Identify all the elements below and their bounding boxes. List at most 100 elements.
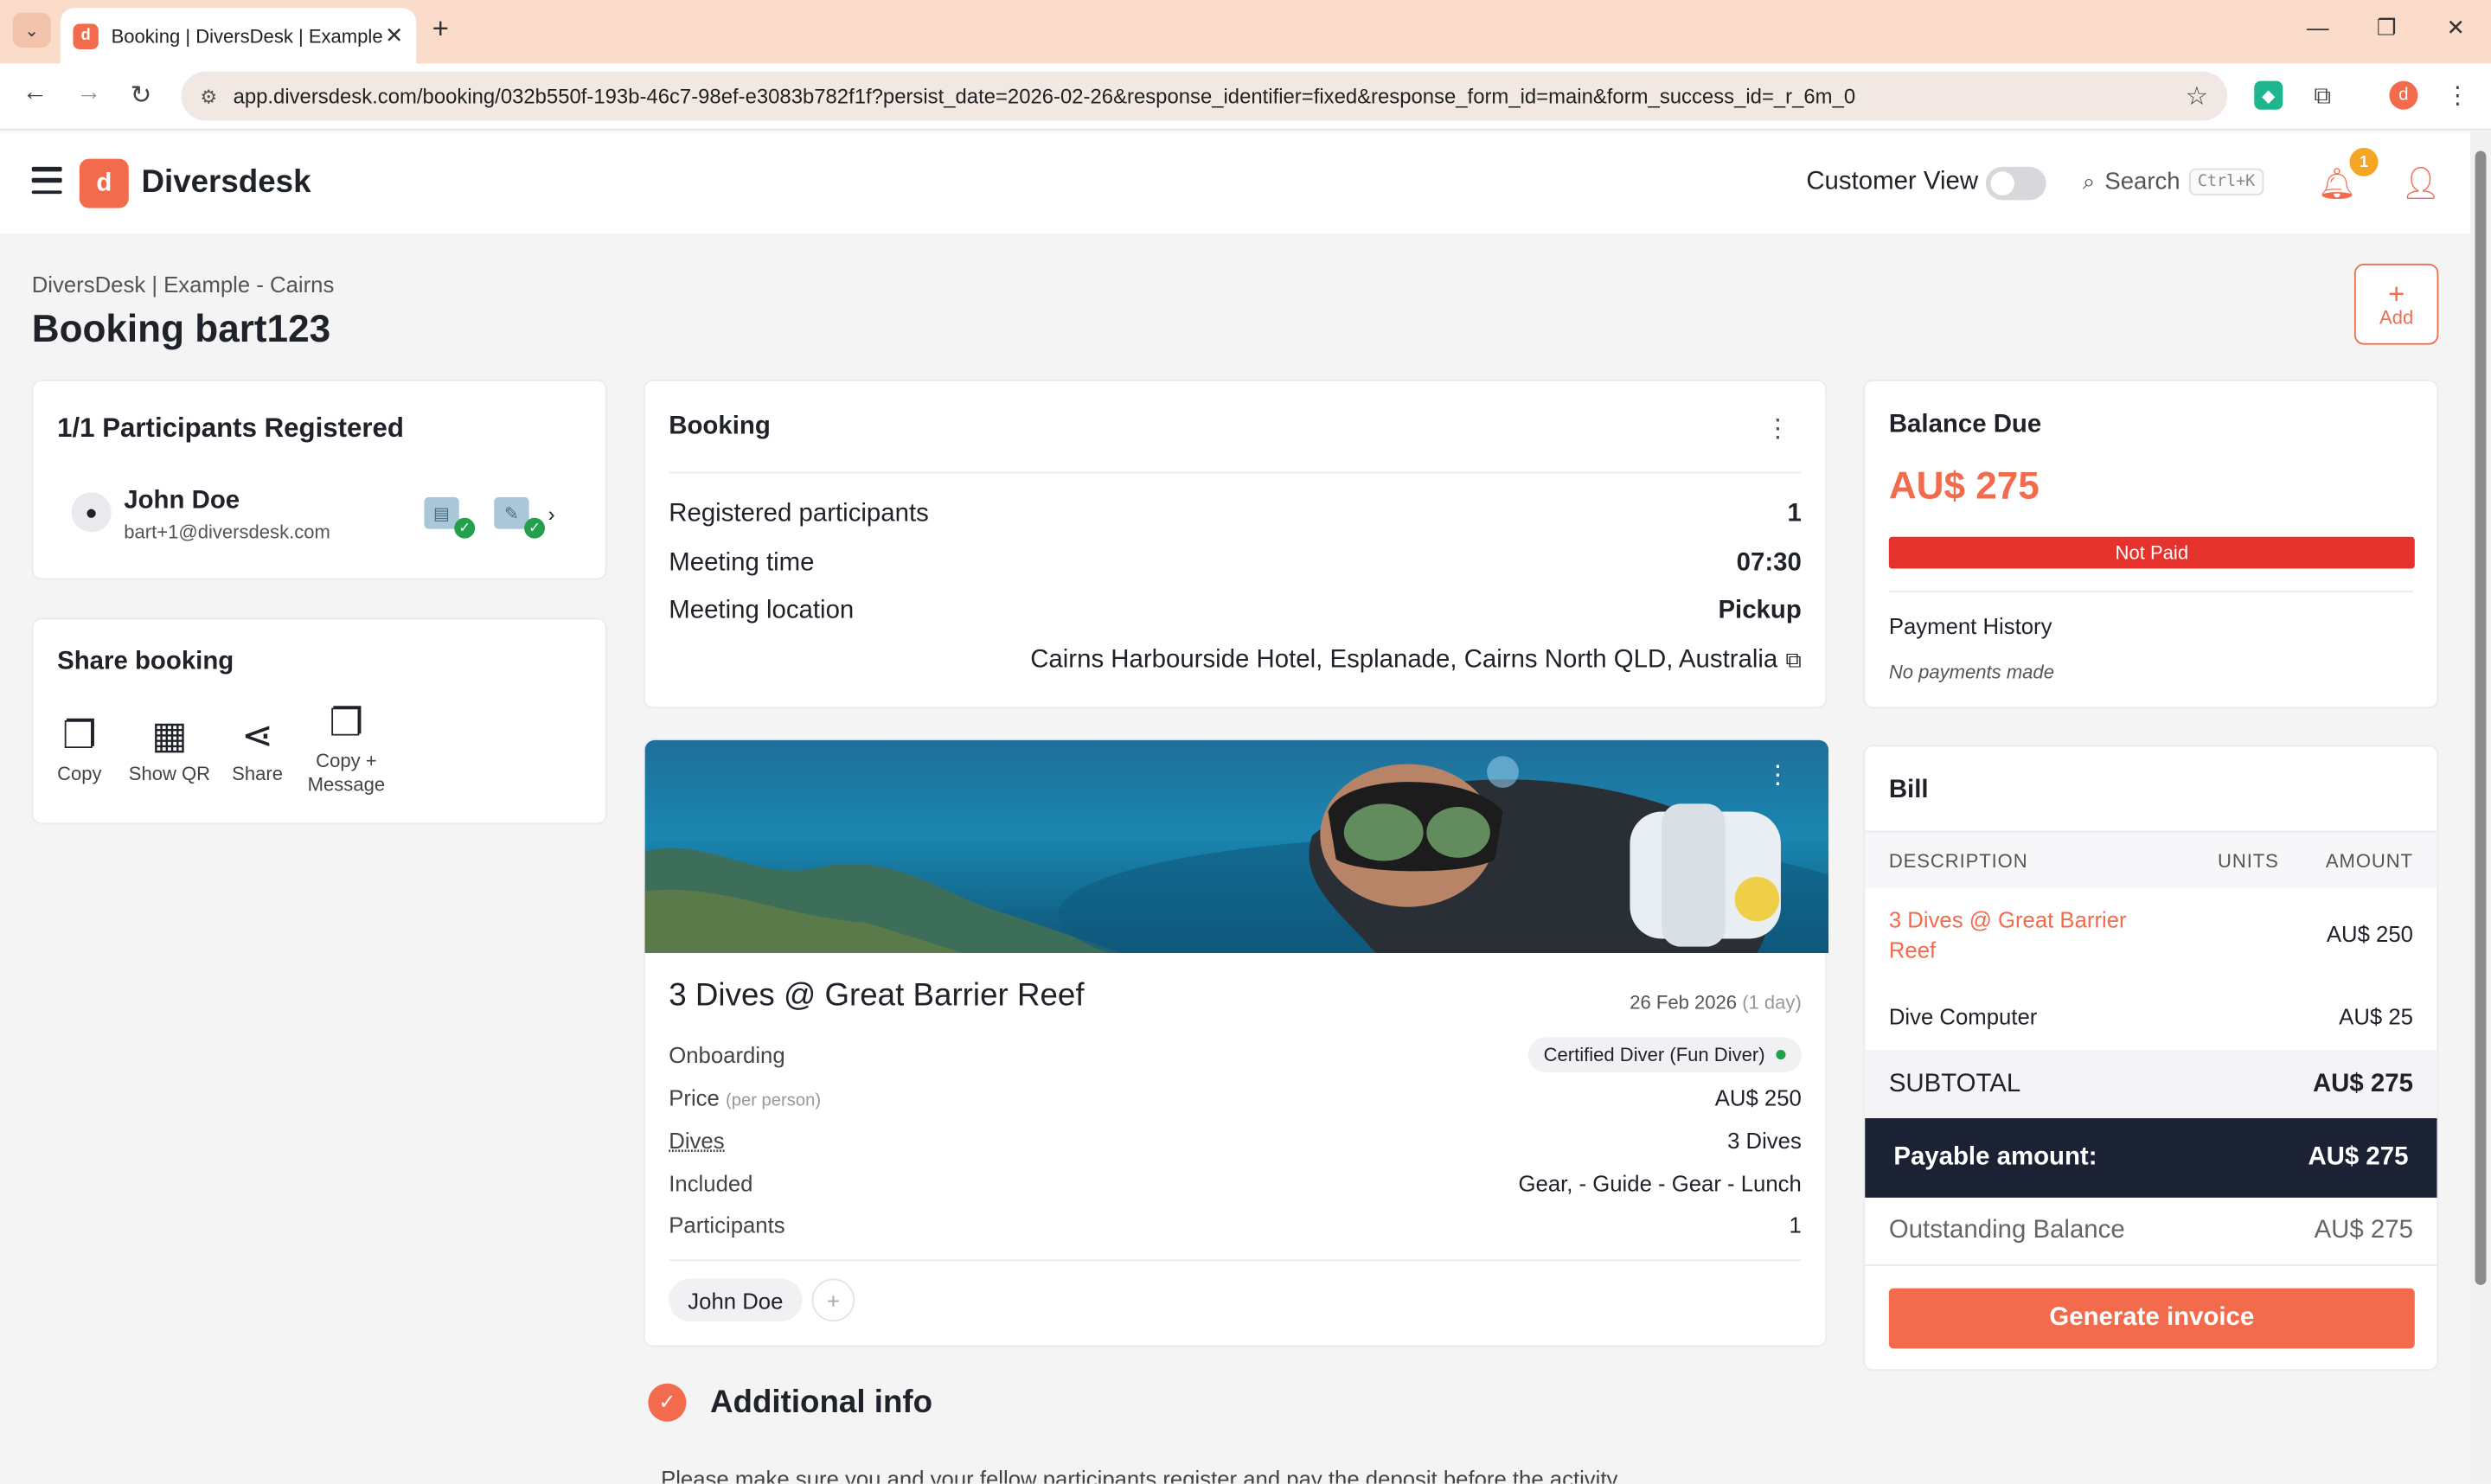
activity-duration: (1 day) xyxy=(1742,991,1802,1014)
profile-avatar-icon[interactable]: d xyxy=(2389,80,2418,110)
bell-icon[interactable]: 🔔︎ xyxy=(2318,165,2356,203)
favicon-icon: d xyxy=(73,22,99,49)
signature-verified-icon: ✓ xyxy=(524,517,545,539)
divider xyxy=(1865,1264,2437,1266)
bill-item-description[interactable]: 3 Dives @ Great Barrier Reef xyxy=(1889,905,2159,966)
add-button[interactable]: + Add xyxy=(2353,263,2439,345)
breadcrumb[interactable]: DiversDesk | Example - Cairns xyxy=(32,272,335,297)
share-button[interactable]: ⋖ Share xyxy=(232,712,283,786)
status-badge: Not Paid xyxy=(1888,536,2415,569)
outstanding-label: Outstanding Balance xyxy=(1888,1216,2125,1244)
participant-chip[interactable]: John Doe xyxy=(669,1278,803,1322)
brand-name[interactable]: Diversdesk xyxy=(141,165,311,201)
participants-title: 1/1 Participants Registered xyxy=(57,413,405,444)
registered-participants-row: Registered participants 1 xyxy=(669,501,1802,529)
search-shortcut: Ctrl+K xyxy=(2189,168,2264,195)
payment-history-label: Payment History xyxy=(1888,612,2052,639)
tab-search-chevron-down-icon[interactable]: ⌄ xyxy=(12,12,51,48)
chevron-right-icon[interactable]: › xyxy=(548,502,555,526)
copy-message-button[interactable]: ❐ Copy + Message xyxy=(304,699,389,797)
app-header: d Diversdesk Customer View ⌕ Search Ctrl… xyxy=(0,131,2471,233)
more-vertical-icon[interactable]: ⋮ xyxy=(1765,413,1790,445)
additional-info-text: Please make sure you and your fellow par… xyxy=(661,1466,1618,1484)
bill-header-row: DESCRIPTION UNITS AMOUNT xyxy=(1865,830,2437,888)
customer-view-toggle[interactable] xyxy=(1985,166,2046,201)
restore-icon[interactable]: ❐ xyxy=(2377,15,2397,42)
bill-item-row: 3 Dives @ Great Barrier Reef AU$ 250 xyxy=(1889,905,2413,969)
participants-label: Participants xyxy=(669,1212,785,1238)
show-qr-button[interactable]: ▦ Show QR xyxy=(129,712,210,786)
included-label: Included xyxy=(669,1170,753,1197)
plus-icon: + xyxy=(2387,277,2405,310)
booking-card: Booking ⋮ Registered participants 1 Meet… xyxy=(643,379,1828,709)
url-text[interactable]: app.diversdesk.com/booking/032b550f-193b… xyxy=(234,84,2186,108)
scrollbar[interactable] xyxy=(2470,131,2491,1484)
subtotal-value: AU$ 275 xyxy=(2312,1070,2413,1097)
booking-title: Booking xyxy=(669,413,771,440)
dives-value: 3 Dives xyxy=(1727,1128,1802,1154)
scrollbar-thumb[interactable] xyxy=(2475,150,2487,1285)
balance-amount: AU$ 275 xyxy=(1888,465,2040,509)
document-check-icon[interactable]: ▤ xyxy=(424,496,459,529)
check-circle-icon: ✓ xyxy=(648,1383,687,1422)
included-row: Included Gear, - Guide - Gear - Lunch xyxy=(669,1171,1802,1196)
col-amount: AMOUNT xyxy=(2325,848,2413,872)
bill-item-amount: AU$ 250 xyxy=(2326,921,2413,947)
add-participant-button[interactable]: + xyxy=(811,1278,855,1322)
copy-address-icon[interactable]: ⧉ xyxy=(1785,647,1801,675)
onboarding-label: Onboarding xyxy=(669,1041,785,1068)
document-verified-icon: ✓ xyxy=(454,517,476,539)
back-icon[interactable]: ← xyxy=(22,80,48,108)
no-payments-text: No payments made xyxy=(1888,661,2054,683)
participant-name[interactable]: John Doe xyxy=(124,488,240,516)
copy-message-icon: ❐ xyxy=(329,701,364,745)
site-settings-icon[interactable]: ⚙ xyxy=(200,85,217,107)
menu-icon[interactable] xyxy=(31,166,62,195)
divider xyxy=(669,1259,1802,1262)
meeting-location-row: Meeting location Pickup xyxy=(669,598,1802,626)
avatar-icon[interactable]: ● xyxy=(71,492,112,533)
search-icon: ⌕ xyxy=(2082,168,2096,195)
copy-button[interactable]: ❐ Copy xyxy=(57,712,101,786)
extension-app-icon[interactable]: ◆ xyxy=(2254,80,2283,110)
forward-icon[interactable]: → xyxy=(76,80,101,108)
url-bar[interactable]: ⚙ app.diversdesk.com/booking/032b550f-19… xyxy=(181,71,2228,121)
outstanding-row: Outstanding Balance AU$ 275 xyxy=(1889,1217,2413,1245)
user-alert-icon[interactable]: 👤︎ xyxy=(2400,163,2441,203)
activity-title: 3 Dives @ Great Barrier Reef xyxy=(669,978,1085,1014)
page-title: Booking bart123 xyxy=(31,308,331,351)
extension-icon[interactable]: ⧉ xyxy=(2308,81,2337,110)
divider xyxy=(669,471,1802,474)
address-text: Cairns Harbourside Hotel, Esplanade, Cai… xyxy=(1030,646,1778,674)
star-icon[interactable]: ☆ xyxy=(2186,80,2208,112)
payable-value: AU$ 275 xyxy=(2308,1143,2409,1171)
diversdesk-logo[interactable]: d xyxy=(79,158,129,208)
dives-label[interactable]: Dives xyxy=(669,1128,724,1153)
browser-tab-bar: ⌄ d Booking | DiversDesk | Example ✕ + —… xyxy=(0,0,2491,64)
search-button[interactable]: ⌕ Search Ctrl+K xyxy=(2082,168,2264,195)
bill-card: Bill DESCRIPTION UNITS AMOUNT 3 Dives @ … xyxy=(1863,745,2439,1372)
col-description: DESCRIPTION xyxy=(1888,848,2028,872)
signature-check-icon[interactable]: ✎ xyxy=(494,496,529,529)
onboarding-badge: Certified Diver (Fun Diver) xyxy=(1527,1037,1802,1072)
browser-menu-icon[interactable]: ⋮ xyxy=(2443,81,2472,110)
dives-row: Dives 3 Dives xyxy=(669,1128,1802,1153)
share-label: Share xyxy=(232,762,283,785)
onboarding-row: Onboarding Certified Diver (Fun Diver) xyxy=(669,1037,1802,1072)
tab-close-icon[interactable]: ✕ xyxy=(385,22,404,49)
bill-title: Bill xyxy=(1888,777,1929,804)
activity-date: 26 Feb 2026 (1 day) xyxy=(1630,991,1802,1014)
window-close-icon[interactable]: ✕ xyxy=(2447,15,2466,42)
minimize-icon[interactable]: — xyxy=(2307,15,2329,40)
participants-row: Participants 1 xyxy=(669,1212,1802,1237)
reload-icon[interactable]: ↻ xyxy=(131,80,152,112)
activity-more-icon[interactable]: ⋮ xyxy=(1765,759,1790,791)
subtotal-label: SUBTOTAL xyxy=(1888,1070,2021,1097)
browser-tab[interactable]: d Booking | DiversDesk | Example ✕ xyxy=(60,8,417,64)
new-tab-button[interactable]: + xyxy=(432,13,449,47)
generate-invoice-button[interactable]: Generate invoice xyxy=(1888,1288,2415,1349)
balance-title: Balance Due xyxy=(1888,411,2042,438)
participants-card: 1/1 Participants Registered ● John Doe b… xyxy=(31,379,607,580)
notification-badge: 1 xyxy=(2349,147,2379,176)
subtotal-row: SUBTOTAL AU$ 275 xyxy=(1865,1050,2437,1119)
